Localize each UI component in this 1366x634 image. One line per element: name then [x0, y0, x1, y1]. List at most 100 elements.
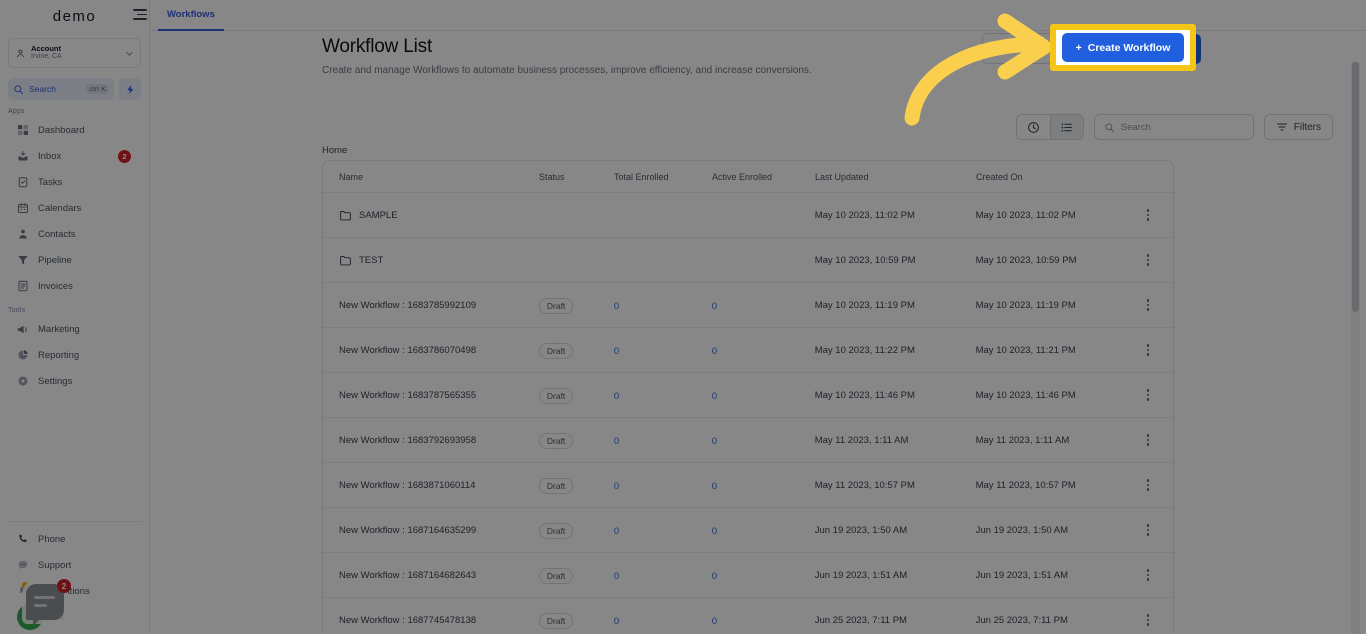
brand-logo[interactable]: demo: [0, 0, 149, 32]
active-enrolled-link[interactable]: 0: [712, 481, 717, 492]
main-content: Workflow List Create and manage Workflow…: [150, 31, 1366, 634]
megaphone-icon: [16, 323, 29, 336]
cell-created-on: May 10 2023, 11:02 PM: [975, 209, 1076, 221]
cell-created-on: Jun 19 2023, 1:51 AM: [975, 569, 1069, 581]
cell-status: Draft: [538, 431, 614, 449]
cell-name[interactable]: New Workflow : 1687164682643: [339, 570, 539, 581]
row-menu-button[interactable]: [1143, 205, 1154, 225]
sidebar-item-reporting[interactable]: Reporting: [0, 342, 149, 368]
active-enrolled-link[interactable]: 0: [712, 301, 717, 312]
section-label-apps: Apps: [8, 108, 25, 115]
table-row[interactable]: New Workflow : 1683785992109 Draft 0 0 May 1…: [323, 282, 1173, 327]
sidebar-item-marketing[interactable]: Marketing: [0, 316, 149, 342]
cell-name[interactable]: New Workflow : 1683787565355: [339, 390, 539, 401]
sidebar-item-label: Support: [38, 559, 72, 571]
history-view-button[interactable]: [1016, 115, 1050, 139]
row-name-label: New Workflow : 1687164635299: [339, 524, 477, 536]
sidebar-item-invoices[interactable]: Invoices: [0, 273, 149, 299]
table-row[interactable]: TEST May 10 2023, 10:59 PM May 10 2023, 10…: [323, 237, 1173, 282]
row-menu-button[interactable]: [1143, 475, 1154, 495]
total-enrolled-link[interactable]: 0: [614, 616, 619, 627]
list-view-icon: [1061, 122, 1073, 132]
scrollbar-thumb[interactable]: [1352, 62, 1359, 312]
account-switcher[interactable]: Account Irvine, CA: [8, 38, 141, 68]
table-row[interactable]: New Workflow : 1683787565355 Draft 0 0 May 1…: [323, 372, 1173, 417]
breadcrumb[interactable]: Home: [322, 145, 347, 156]
search-input[interactable]: Search: [1093, 114, 1254, 140]
sidebar-search-row: Search ctrl K: [8, 78, 141, 100]
row-menu-button[interactable]: [1143, 520, 1154, 540]
cell-name[interactable]: New Workflow : 1687745478138: [339, 615, 539, 626]
cell-name[interactable]: SAMPLE: [339, 209, 539, 222]
active-enrolled-link[interactable]: 0: [712, 616, 717, 627]
table-row[interactable]: New Workflow : 1687164682643 Draft 0 0 Jun 1…: [323, 552, 1173, 597]
sidebar-item-dashboard[interactable]: Dashboard: [0, 117, 149, 143]
menu-icon[interactable]: [133, 9, 147, 21]
sidebar-item-label: Invoices: [38, 280, 73, 292]
tab-workflows[interactable]: Workflows: [158, 0, 224, 31]
sidebar-item-inbox[interactable]: Inbox 2: [0, 143, 149, 169]
sidebar-item-contacts[interactable]: Contacts: [0, 221, 149, 247]
sidebar-item-support[interactable]: Support: [0, 552, 150, 578]
cell-name[interactable]: New Workflow : 1687164635299: [339, 525, 539, 536]
cell-name[interactable]: New Workflow : 1683871060114: [339, 480, 539, 491]
cell-total-enrolled: 0: [614, 296, 712, 314]
create-folder-button[interactable]: Create Folder: [982, 33, 1070, 64]
active-enrolled-link[interactable]: 0: [712, 571, 717, 582]
total-enrolled-link[interactable]: 0: [614, 346, 619, 357]
cell-status: Draft: [538, 611, 614, 629]
cell-name[interactable]: New Workflow : 1683785992109: [339, 300, 539, 311]
table-header-row: Name Status Total Enrolled Active Enroll…: [323, 161, 1173, 192]
total-enrolled-link[interactable]: 0: [614, 436, 619, 447]
table-row[interactable]: New Workflow : 1683792693958 Draft 0 0 May 1…: [323, 417, 1173, 462]
table-row[interactable]: New Workflow : 1683786070498 Draft 0 0 May 1…: [323, 327, 1173, 372]
table-row[interactable]: SAMPLE May 10 2023, 11:02 PM May 10 2023, …: [323, 192, 1173, 237]
status-badge: Draft: [538, 523, 574, 539]
sidebar-item-settings[interactable]: Settings: [0, 368, 149, 394]
list-view-button[interactable]: [1049, 115, 1083, 139]
active-enrolled-link[interactable]: 0: [712, 346, 717, 357]
sidebar-item-pipeline[interactable]: Pipeline: [0, 247, 149, 273]
row-name-label: New Workflow : 1683792693958: [339, 434, 477, 446]
total-enrolled-link[interactable]: 0: [614, 526, 619, 537]
global-search-button[interactable]: Search ctrl K: [8, 78, 114, 100]
total-enrolled-link[interactable]: 0: [614, 391, 619, 402]
folder-icon: [340, 210, 351, 220]
active-enrolled-link[interactable]: 0: [712, 436, 717, 447]
sidebar-item-calendars[interactable]: Calendars: [0, 195, 149, 221]
active-enrolled-link[interactable]: 0: [712, 391, 717, 402]
row-menu-button[interactable]: [1143, 340, 1154, 360]
cell-name[interactable]: New Workflow : 1683786070498: [339, 345, 539, 356]
row-menu-button[interactable]: [1143, 250, 1154, 270]
table-row[interactable]: New Workflow : 1687164635299 Draft 0 0 Jun 1…: [323, 507, 1173, 552]
table-row[interactable]: New Workflow : 1687745478138 Draft 0 0 Jun 2…: [323, 597, 1173, 634]
pie-chart-icon: [16, 349, 29, 362]
chat-widget[interactable]: G 2: [17, 579, 71, 630]
create-workflow-button-highlighted[interactable]: + Create Workflow: [1062, 33, 1184, 62]
row-menu-button[interactable]: [1143, 565, 1154, 585]
status-badge: Draft: [538, 568, 574, 584]
quick-actions-button[interactable]: [119, 78, 141, 100]
sidebar-item-phone[interactable]: Phone: [0, 526, 150, 552]
cell-name[interactable]: New Workflow : 1683792693958: [339, 435, 539, 446]
sidebar-item-label: Marketing: [38, 323, 80, 335]
sidebar-item-tasks[interactable]: Tasks: [0, 169, 149, 195]
row-menu-button[interactable]: [1143, 430, 1154, 450]
cell-name[interactable]: TEST: [339, 254, 539, 267]
filters-button[interactable]: Filters: [1263, 114, 1333, 140]
cell-status: Draft: [538, 476, 614, 494]
total-enrolled-link[interactable]: 0: [614, 481, 619, 492]
total-enrolled-link[interactable]: 0: [614, 571, 619, 582]
column-header-created-on: Created On: [976, 171, 1023, 182]
total-enrolled-link[interactable]: 0: [614, 301, 619, 312]
cell-actions: [1143, 610, 1158, 630]
table-row[interactable]: New Workflow : 1683871060114 Draft 0 0 May 1…: [323, 462, 1173, 507]
row-menu-button[interactable]: [1143, 385, 1154, 405]
row-menu-button[interactable]: [1143, 610, 1154, 630]
cell-created-on: May 10 2023, 11:19 PM: [975, 299, 1076, 311]
active-enrolled-link[interactable]: 0: [712, 526, 717, 537]
row-menu-button[interactable]: [1143, 295, 1154, 315]
invoices-icon: [16, 280, 29, 293]
sidebar-item-label: Reporting: [38, 349, 80, 361]
main-scrollbar[interactable]: [1351, 62, 1360, 634]
